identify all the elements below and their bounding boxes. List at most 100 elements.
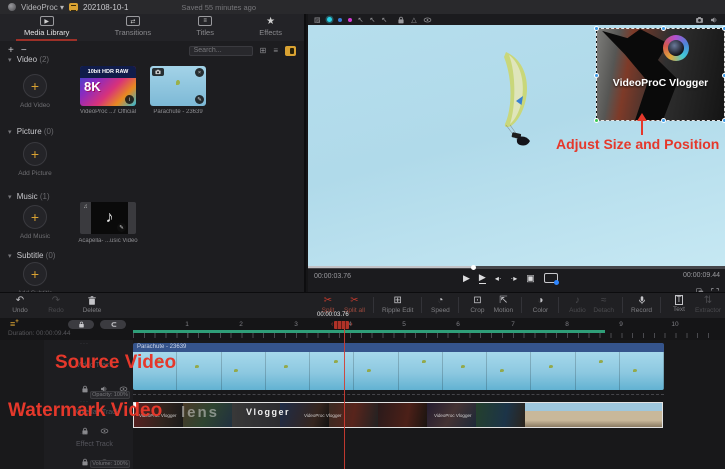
preview-viewport[interactable]: VideoProC Vlogger Adjust Size and Positi… bbox=[308, 25, 725, 267]
timeline-clips-area[interactable]: Parachute - 23639 lens Vlogger VideoProc… bbox=[133, 340, 725, 469]
speed-button[interactable]: ◔ Speed bbox=[430, 295, 450, 314]
text-button[interactable]: T Text bbox=[669, 295, 689, 313]
track-drag-handle[interactable]: ··· bbox=[80, 431, 89, 437]
music-thumb-edge bbox=[128, 202, 136, 234]
tab-effects[interactable]: ★ Effects bbox=[259, 16, 282, 37]
undo-button[interactable]: ↶ Undo bbox=[10, 295, 30, 314]
media-item-8k-video[interactable]: 10bit HDR RAW 8K i bbox=[80, 66, 136, 106]
text-icon: T bbox=[675, 295, 684, 305]
pointer-tool-icon[interactable]: ↖ bbox=[381, 16, 387, 24]
video-clip-parachute[interactable]: Parachute - 23639 bbox=[133, 343, 664, 390]
play-from-start-button[interactable]: ▶ bbox=[479, 272, 486, 284]
media-item-parachute-video[interactable]: × ✎ bbox=[150, 66, 206, 106]
close-icon[interactable]: × bbox=[195, 68, 204, 77]
add-picture-button[interactable]: + Add Picture bbox=[8, 142, 62, 177]
annotation-watermark-video: Watermark Video bbox=[8, 400, 162, 422]
resize-handle-top-mid[interactable] bbox=[661, 26, 666, 31]
snap-magnet-button[interactable] bbox=[100, 320, 126, 329]
mask-draw-icon[interactable]: ▨ bbox=[314, 16, 321, 24]
section-subtitle[interactable]: ▾ Subtitle (0) bbox=[8, 251, 55, 260]
snap-tool-icon[interactable]: ↖ bbox=[370, 16, 376, 24]
clip-watermark-text: VideoProc Vlogger bbox=[434, 413, 471, 418]
step-forward-button[interactable]: ·▸ bbox=[511, 274, 518, 283]
magenta-marker-icon[interactable] bbox=[348, 18, 352, 22]
rotate-handle-bottom-left[interactable] bbox=[594, 118, 599, 123]
playhead-marker[interactable]: ‹ › bbox=[331, 321, 353, 329]
scissors-icon: ✂ bbox=[324, 295, 332, 306]
frame-grab-icon[interactable]: ▣ bbox=[526, 273, 535, 284]
select-tool-icon[interactable]: ↖ bbox=[358, 16, 364, 24]
crop-button[interactable]: ⊡ Crop bbox=[467, 295, 487, 314]
step-back-button[interactable]: ◂· bbox=[495, 274, 502, 283]
track-drag-handle[interactable]: ··· bbox=[80, 341, 89, 347]
app-menu[interactable]: VideoProc ▾ bbox=[21, 3, 64, 12]
tab-titles[interactable]: ≡ Titles bbox=[196, 16, 214, 37]
watermark-overlay-box[interactable]: VideoProC Vlogger bbox=[596, 28, 725, 121]
resize-handle-mid-left[interactable] bbox=[594, 73, 599, 78]
lock-icon[interactable] bbox=[397, 16, 405, 24]
motion-button[interactable]: ⇱ Motion bbox=[493, 295, 513, 314]
speaker-icon[interactable] bbox=[710, 16, 719, 24]
microphone-icon bbox=[637, 295, 647, 306]
audio-button[interactable]: ♪ Audio bbox=[567, 295, 587, 314]
app-logo-icon bbox=[8, 3, 16, 11]
timeline-ruler[interactable]: 1 2 3 4 5 6 7 8 9 10 bbox=[133, 318, 725, 340]
volume-control[interactable]: Volume: 100% bbox=[90, 460, 130, 468]
color-button[interactable]: ◑ Color bbox=[530, 295, 550, 314]
saved-status: Saved 55 minutes ago bbox=[181, 3, 256, 12]
lock-icon[interactable] bbox=[81, 453, 89, 469]
current-time: 00:00:03.76 bbox=[314, 273, 351, 280]
add-video-button[interactable]: + Add Video bbox=[8, 74, 62, 109]
ruler-tick-label: 2 bbox=[239, 321, 243, 328]
media-library-icon: ▶ bbox=[40, 16, 54, 26]
extractor-button[interactable]: ⇅ Extractor bbox=[695, 295, 721, 314]
tab-media-library[interactable]: ▶ Media Library bbox=[24, 16, 69, 37]
cyan-marker-icon[interactable] bbox=[327, 17, 332, 22]
section-music[interactable]: ▾ Music (1) bbox=[8, 192, 50, 201]
play-button[interactable]: ▶ bbox=[463, 273, 470, 284]
info-icon[interactable]: i bbox=[125, 95, 134, 104]
add-music-button[interactable]: + Add Music bbox=[8, 205, 62, 240]
ruler-tick-label: 8 bbox=[565, 321, 569, 328]
redo-button[interactable]: ↷ Redo bbox=[46, 295, 66, 314]
list-view-icon[interactable]: ≡ bbox=[273, 46, 278, 55]
delete-button[interactable]: Delete bbox=[82, 295, 102, 314]
section-video[interactable]: ▾ Video (2) bbox=[8, 55, 49, 64]
eye-icon[interactable] bbox=[100, 422, 109, 440]
effects-icon: ★ bbox=[264, 16, 278, 26]
grid-view-icon[interactable]: ⊞ bbox=[260, 46, 267, 55]
remove-media-button[interactable]: − bbox=[21, 46, 27, 56]
panel-toggle-button[interactable] bbox=[285, 46, 296, 56]
triangle-icon[interactable]: △ bbox=[411, 16, 416, 24]
plus-icon: + bbox=[23, 74, 47, 98]
undo-icon: ↶ bbox=[16, 295, 24, 306]
playhead-line[interactable] bbox=[344, 329, 345, 469]
display-output-icon[interactable] bbox=[544, 273, 558, 283]
resize-handle-top-left[interactable] bbox=[594, 26, 599, 31]
edit-icon[interactable]: ✎ bbox=[195, 95, 204, 104]
media-item-music[interactable]: ♫ ♪ ✎ bbox=[80, 202, 136, 234]
watermark-clip[interactable]: lens Vlogger VideoProc Vlogger VideoProc… bbox=[133, 402, 663, 428]
detach-button[interactable]: ≈ Detach bbox=[593, 295, 614, 314]
add-media-button[interactable]: + bbox=[8, 46, 14, 56]
add-track-button[interactable]: ≡+ bbox=[10, 319, 19, 329]
search-input[interactable] bbox=[189, 46, 253, 56]
edit-icon[interactable]: ✎ bbox=[117, 223, 126, 232]
opacity-control[interactable]: Opacity: 100% bbox=[90, 391, 130, 399]
resize-handle-bottom-mid[interactable] bbox=[661, 118, 666, 123]
preview-scrubber[interactable] bbox=[308, 266, 725, 269]
tab-transitions[interactable]: ⇄ Transitions bbox=[115, 16, 151, 37]
snapshot-camera-icon[interactable] bbox=[695, 16, 704, 24]
section-picture[interactable]: ▾ Picture (0) bbox=[8, 127, 54, 136]
lock-icon[interactable] bbox=[81, 380, 89, 398]
lock-tracks-button[interactable] bbox=[68, 320, 94, 329]
blue-marker-icon[interactable] bbox=[338, 18, 342, 22]
ripple-edit-button[interactable]: ⊞ Ripple Edit bbox=[382, 295, 413, 314]
project-name: 202108-10-1 bbox=[83, 3, 128, 12]
record-button[interactable]: Record bbox=[631, 295, 652, 314]
extractor-icon: ⇅ bbox=[704, 295, 712, 306]
clip-watermark-text: VideoProc Vlogger bbox=[304, 413, 341, 418]
eye-icon[interactable] bbox=[423, 16, 432, 24]
annotation-adjust: Adjust Size and Position bbox=[556, 136, 719, 152]
preview-panel: ▨ ↖ ↖ ↖ △ bbox=[308, 14, 725, 292]
